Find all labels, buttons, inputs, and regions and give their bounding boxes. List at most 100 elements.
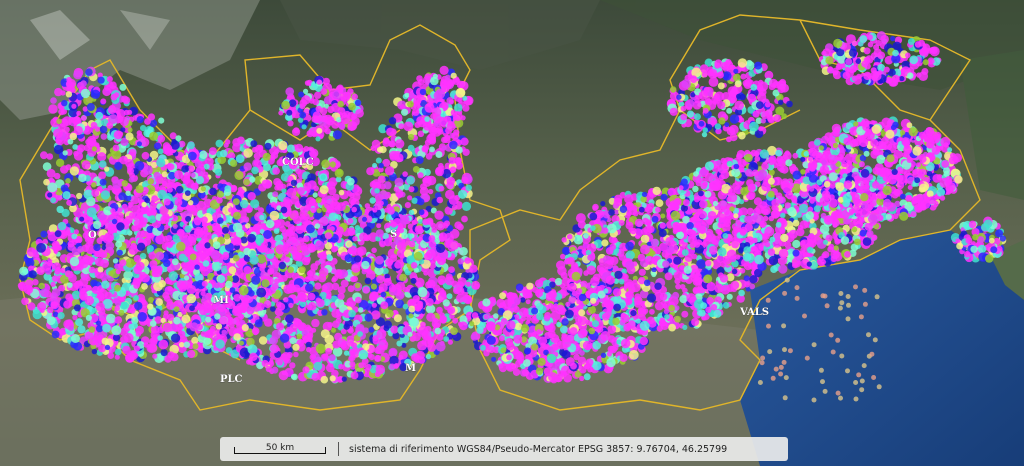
observation-point[interactable] <box>364 313 373 322</box>
observation-point[interactable] <box>305 283 314 292</box>
observation-point[interactable] <box>393 314 402 323</box>
observation-point[interactable] <box>417 300 424 307</box>
observation-point[interactable] <box>359 232 368 242</box>
observation-point[interactable] <box>23 284 34 295</box>
observation-point[interactable] <box>316 208 322 214</box>
observation-point[interactable] <box>241 324 249 332</box>
observation-point[interactable] <box>376 275 385 284</box>
observation-point[interactable] <box>124 333 134 343</box>
observation-point[interactable] <box>394 261 402 269</box>
observation-point[interactable] <box>355 296 362 304</box>
observation-point[interactable] <box>483 314 489 320</box>
observation-point[interactable] <box>133 295 140 301</box>
observation-point[interactable] <box>136 242 146 251</box>
observation-point[interactable] <box>500 347 507 354</box>
observation-point[interactable] <box>274 149 280 155</box>
observation-point[interactable] <box>117 207 123 213</box>
observation-point[interactable] <box>315 343 326 354</box>
observation-point[interactable] <box>536 329 542 335</box>
observation-point[interactable] <box>205 316 212 323</box>
observation-point[interactable] <box>369 197 376 204</box>
observation-point[interactable] <box>189 305 195 312</box>
observation-point[interactable] <box>50 301 58 309</box>
observation-point[interactable] <box>219 149 228 158</box>
observation-point[interactable] <box>81 160 91 170</box>
observation-point[interactable] <box>600 352 607 358</box>
observation-point[interactable] <box>114 348 122 356</box>
observation-point[interactable] <box>86 103 95 111</box>
observation-point[interactable] <box>331 327 336 333</box>
observation-point[interactable] <box>395 139 405 149</box>
observation-point[interactable] <box>398 354 404 360</box>
observation-point[interactable] <box>222 251 229 258</box>
observation-point[interactable] <box>447 306 456 315</box>
observation-point[interactable] <box>104 166 110 172</box>
observation-point[interactable] <box>141 201 147 208</box>
observation-point[interactable] <box>105 313 116 324</box>
observation-point[interactable] <box>263 163 271 172</box>
observation-point[interactable] <box>116 249 123 256</box>
observation-point[interactable] <box>380 301 389 310</box>
observation-point[interactable] <box>421 330 432 341</box>
observation-point[interactable] <box>32 279 39 286</box>
observation-point[interactable] <box>185 260 195 270</box>
observation-point[interactable] <box>149 202 157 210</box>
observation-point[interactable] <box>372 163 378 168</box>
observation-point[interactable] <box>111 218 118 225</box>
observation-point[interactable] <box>332 275 338 282</box>
observation-point[interactable] <box>383 320 392 329</box>
observation-point[interactable] <box>294 143 304 153</box>
observation-point[interactable] <box>90 89 101 100</box>
observation-point[interactable] <box>157 189 167 200</box>
observation-point[interactable] <box>261 279 270 288</box>
observation-point[interactable] <box>162 322 173 333</box>
observation-point[interactable] <box>125 132 134 141</box>
observation-point[interactable] <box>232 237 242 246</box>
observation-point[interactable] <box>443 336 450 342</box>
observation-point[interactable] <box>217 217 224 224</box>
observation-point[interactable] <box>337 338 347 348</box>
observation-point[interactable] <box>133 345 140 352</box>
observation-point[interactable] <box>577 329 588 339</box>
observation-point[interactable] <box>408 186 415 193</box>
observation-point[interactable] <box>347 217 354 224</box>
observation-point[interactable] <box>408 240 416 248</box>
observation-point[interactable] <box>320 375 329 384</box>
observation-point[interactable] <box>72 314 78 321</box>
observation-point[interactable] <box>446 176 456 186</box>
observation-point[interactable] <box>362 286 370 294</box>
observation-point[interactable] <box>55 266 61 272</box>
observation-point[interactable] <box>200 216 208 224</box>
observation-point[interactable] <box>235 154 245 164</box>
observation-point[interactable] <box>279 333 290 343</box>
observation-point[interactable] <box>277 302 286 311</box>
observation-point[interactable] <box>410 277 417 284</box>
observation-point[interactable] <box>375 157 382 164</box>
observation-point[interactable] <box>176 228 185 237</box>
observation-point[interactable] <box>52 275 59 282</box>
observation-point[interactable] <box>336 202 346 212</box>
observation-point[interactable] <box>307 292 316 301</box>
observation-point[interactable] <box>134 301 143 311</box>
observation-point[interactable] <box>121 180 128 187</box>
observation-point[interactable] <box>204 242 211 249</box>
observation-point[interactable] <box>454 221 462 229</box>
observation-point[interactable] <box>249 255 259 265</box>
observation-point[interactable] <box>443 135 451 144</box>
observation-point[interactable] <box>217 190 224 198</box>
observation-point[interactable] <box>85 68 93 76</box>
observation-point[interactable] <box>418 219 423 224</box>
observation-point[interactable] <box>100 251 108 259</box>
observation-point[interactable] <box>63 300 72 309</box>
observation-point[interactable] <box>200 290 206 297</box>
observation-point[interactable] <box>157 148 164 155</box>
observation-point[interactable] <box>272 191 279 198</box>
observation-point[interactable] <box>445 276 455 286</box>
observation-point[interactable] <box>412 166 420 173</box>
observation-point[interactable] <box>89 336 98 346</box>
observation-point[interactable] <box>314 282 322 290</box>
observation-point[interactable] <box>148 343 158 353</box>
observation-point[interactable] <box>260 222 266 228</box>
observation-point[interactable] <box>354 225 361 231</box>
observation-point[interactable] <box>97 266 104 273</box>
